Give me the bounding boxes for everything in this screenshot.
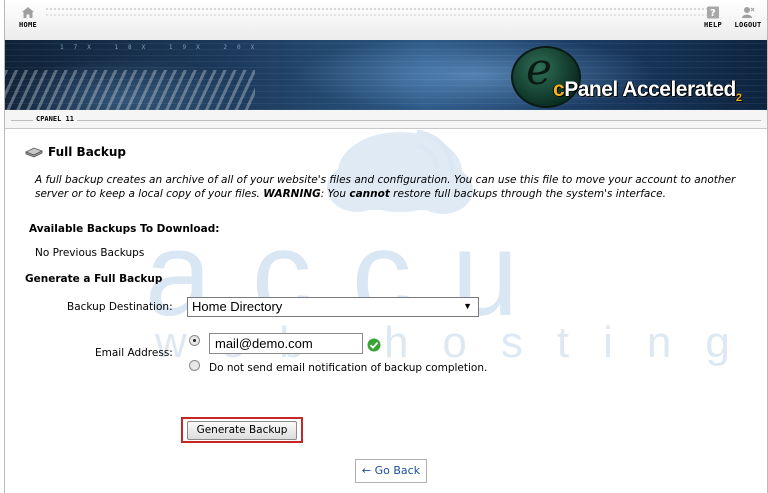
cpanel-logo: cPanel Accelerated2 (553, 78, 742, 105)
backup-destination-label: Backup Destination: (67, 301, 173, 313)
no-email-label: Do not send email notification of backup… (209, 362, 488, 374)
generate-backup-button[interactable]: Generate Backup (187, 421, 297, 440)
cpanel-logo-mark: e (526, 44, 553, 95)
valid-check-icon (367, 338, 381, 352)
email-radio[interactable] (189, 335, 200, 346)
nav-divider (45, 14, 707, 16)
help-icon: ? (707, 6, 719, 19)
network-cables-graphic (5, 70, 255, 110)
home-label: HOME (18, 21, 38, 29)
home-button[interactable]: HOME (11, 6, 45, 29)
help-button[interactable]: ? HELP (701, 6, 725, 29)
email-field[interactable] (209, 333, 363, 354)
breadcrumb[interactable]: CPANEL 11 (33, 115, 77, 123)
hard-drive-icon (25, 147, 43, 158)
available-backups-heading: Available Backups To Download: (29, 223, 220, 235)
breadcrumb-bar: CPANEL 11 (5, 110, 767, 129)
email-address-label: Email Address: (95, 347, 173, 359)
cpanel-banner: 17X 18X 19X 20X e cPanel Accelerated2 (5, 40, 767, 110)
go-back-link[interactable]: ← Go Back (355, 459, 427, 483)
backup-destination-value: Home Directory (192, 299, 283, 314)
page-title: Full Backup (48, 145, 127, 159)
page-header: Full Backup (25, 145, 126, 159)
no-backups-text: No Previous Backups (35, 247, 145, 259)
help-label: HELP (703, 21, 723, 29)
backup-destination-select[interactable]: Home Directory ▼ (187, 297, 479, 317)
port-labels: 17X 18X 19X 20X (60, 44, 265, 51)
no-email-radio[interactable] (189, 360, 200, 371)
nav-divider (45, 8, 707, 10)
dropdown-arrow-icon: ▼ (463, 301, 472, 311)
page-frame: HOME ? HELP LOGOUT 17X 18X 19X 20X e cPa… (4, 0, 768, 493)
top-nav-bar: HOME ? HELP LOGOUT (5, 0, 767, 41)
page-description: A full backup creates an archive of all … (35, 174, 736, 200)
logout-label: LOGOUT (734, 21, 762, 29)
generate-backup-heading: Generate a Full Backup (25, 273, 163, 285)
logout-button[interactable]: LOGOUT (729, 6, 767, 29)
home-icon (22, 7, 34, 18)
svg-text:?: ? (710, 8, 716, 19)
user-logout-icon (742, 7, 755, 18)
breadcrumb-rule (11, 120, 761, 121)
